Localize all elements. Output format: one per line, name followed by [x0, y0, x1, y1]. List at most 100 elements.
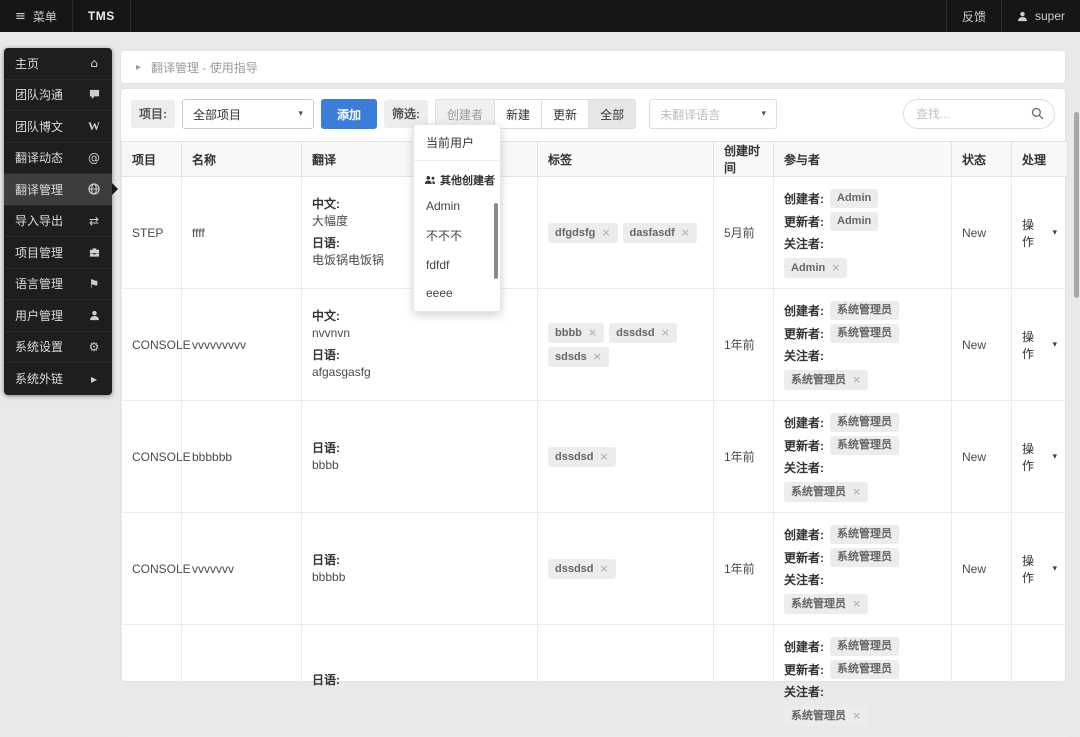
sidebar-item-user-manage[interactable]: 用户管理 — [4, 300, 112, 332]
caret-down-icon: ▾ — [1052, 451, 1057, 462]
creator-option[interactable]: Admin — [414, 192, 500, 220]
sidebar-item-translation-manage[interactable]: 翻译管理 — [4, 174, 118, 206]
remove-icon[interactable]: × — [593, 350, 602, 363]
cell-action: 操作 ▾ — [1011, 176, 1068, 289]
tag-badge: dasfasdf × — [622, 222, 698, 243]
cell-action: 操作 ▾ — [1011, 400, 1068, 513]
remove-icon[interactable]: × — [681, 226, 690, 239]
updater-line: 更新者: Admin — [784, 212, 941, 231]
breadcrumb[interactable]: ▸ 翻译管理 - 使用指导 — [120, 50, 1066, 84]
remove-icon[interactable]: × — [831, 261, 840, 274]
untranslated-language-select[interactable]: 未翻译语言 ▾ — [649, 99, 778, 129]
action-label: 操作 — [1022, 553, 1035, 585]
filter-button-all[interactable]: 全部 — [589, 100, 636, 128]
column-header: 项目 — [121, 141, 182, 177]
add-button[interactable]: 添加 — [321, 99, 378, 129]
action-dropdown-button[interactable]: 操作 ▾ — [1022, 440, 1057, 474]
action-dropdown-button[interactable]: 操作 ▾ — [1022, 216, 1057, 250]
column-header: 创建时间 — [713, 141, 774, 177]
creator-dropdown: 当前用户 其他创建者 Admin 不不不 fdfdf eeee — [413, 124, 501, 312]
brand[interactable]: TMS — [73, 0, 131, 32]
column-header: 状态 — [951, 141, 1012, 177]
sidebar-item-external-links[interactable]: 系统外链 ▸ — [4, 363, 112, 395]
feedback-link[interactable]: 反馈 — [945, 0, 1001, 32]
dropdown-scrollbar-thumb[interactable] — [494, 203, 498, 279]
sidebar-item-team-blog[interactable]: 团队博文 W — [4, 111, 112, 143]
updater-label: 更新者: — [784, 215, 824, 229]
sidebar-item-system-settings[interactable]: 系统设置 ⚙ — [4, 332, 112, 363]
creator-option[interactable]: eeee — [414, 279, 500, 307]
sidebar-item-label: 团队博文 — [15, 119, 64, 134]
remove-icon[interactable]: × — [600, 562, 609, 575]
caret-right-icon: ▸ — [90, 371, 98, 386]
watcher-badge: 系统管理员 × — [784, 482, 869, 502]
tag-badge: sdsds × — [548, 346, 610, 367]
badge-text: Admin — [837, 192, 872, 204]
remove-icon[interactable]: × — [661, 326, 670, 339]
remove-icon[interactable]: × — [852, 597, 861, 610]
column-header: 处理 — [1011, 141, 1068, 177]
remove-icon[interactable]: × — [852, 709, 861, 722]
top-navbar: ≡ 菜单 TMS 反馈 super — [0, 0, 1080, 32]
cell-tags: dssdsd × — [537, 400, 714, 513]
sidebar-item-label: 翻译动态 — [15, 151, 64, 166]
translation-block: 中文: nvvnvn — [312, 308, 527, 342]
current-user-option[interactable]: 当前用户 — [414, 125, 500, 161]
main-panel: 项目: 全部项目 ▾ 添加 筛选: 创建者新建更新全部 未翻译语言 ▾ 项目名称… — [120, 88, 1068, 737]
creator-line: 创建者: 系统管理员 — [784, 301, 941, 320]
sidebar-item-home[interactable]: 主页 ⌂ — [4, 48, 112, 80]
column-header: 参与者 — [773, 141, 952, 177]
project-select[interactable]: 全部项目 ▾ — [182, 99, 314, 129]
cell-translation: 日语: — [301, 624, 538, 737]
creator-line: 创建者: 系统管理员 — [784, 525, 941, 544]
cell-name — [181, 624, 302, 737]
remove-icon[interactable]: × — [601, 226, 610, 239]
page-scrollbar-thumb[interactable] — [1074, 112, 1079, 298]
sidebar-item-translation-feed[interactable]: 翻译动态 @ — [4, 143, 112, 174]
cell-name: bbbbbb — [181, 400, 302, 513]
watcher-badges: 系统管理员 × — [784, 704, 941, 728]
translation-lang-label: 日语: — [312, 348, 340, 362]
watcher-label: 关注者: — [784, 237, 824, 251]
translation-text: nvvnvn — [312, 326, 351, 340]
creator-option[interactable]: fdfdf — [414, 251, 500, 279]
action-dropdown-button[interactable]: 操作 ▾ — [1022, 552, 1057, 586]
toolbar: 项目: 全部项目 ▾ 添加 筛选: 创建者 新建 更新 全部 未翻译语言 ▾ — [121, 89, 1065, 139]
sidebar-item-team-chat[interactable]: 团队沟通 — [4, 80, 112, 111]
action-label: 操作 — [1022, 217, 1035, 249]
sidebar-item-label: 翻译管理 — [15, 182, 64, 197]
creator-option[interactable]: 不不不 — [414, 220, 500, 251]
filter-button-updated[interactable]: 更新 — [542, 100, 590, 128]
cell-tags: dssdsd × — [537, 512, 714, 625]
cell-created: 1年前 — [713, 288, 774, 401]
action-dropdown-button[interactable]: 操作 ▾ — [1022, 328, 1057, 362]
tag-badge: bbbb × — [548, 322, 605, 343]
remove-icon[interactable]: × — [588, 326, 597, 339]
translation-block: 日语: — [312, 672, 527, 689]
cell-project: STEP — [121, 176, 182, 289]
search-icon[interactable] — [1031, 107, 1044, 120]
remove-icon[interactable]: × — [852, 373, 861, 386]
user-menu[interactable]: super — [1000, 0, 1080, 32]
sidebar-item-label: 系统外链 — [15, 372, 64, 387]
updater-label: 更新者: — [784, 663, 824, 677]
watcher-badges: 系统管理员 × — [784, 368, 941, 392]
exchange-icon: ⇄ — [88, 213, 100, 228]
watcher-line: 关注者: — [784, 459, 941, 476]
feedback-label: 反馈 — [961, 9, 986, 24]
cell-name: vvvvvvvvv — [181, 288, 302, 401]
wiki-icon: W — [88, 118, 100, 133]
watcher-line: 关注者: — [784, 235, 941, 252]
cell-participants: 创建者: 系统管理员 更新者: 系统管理员 关注者: 系统管理员 × — [773, 624, 952, 737]
filter-button-new[interactable]: 新建 — [495, 100, 543, 128]
remove-icon[interactable]: × — [852, 485, 861, 498]
translation-text: bbbbb — [312, 569, 346, 584]
sidebar-item-project-manage[interactable]: 项目管理 — [4, 237, 112, 269]
sidebar-item-label: 项目管理 — [15, 245, 64, 260]
menu-toggle[interactable]: ≡ 菜单 — [0, 0, 73, 32]
sidebar-item-import-export[interactable]: 导入导出 ⇄ — [4, 206, 112, 237]
users-icon — [424, 175, 436, 185]
sidebar-item-language-manage[interactable]: 语言管理 ⚑ — [4, 269, 112, 300]
remove-icon[interactable]: × — [600, 450, 609, 463]
column-header: 名称 — [181, 141, 302, 177]
